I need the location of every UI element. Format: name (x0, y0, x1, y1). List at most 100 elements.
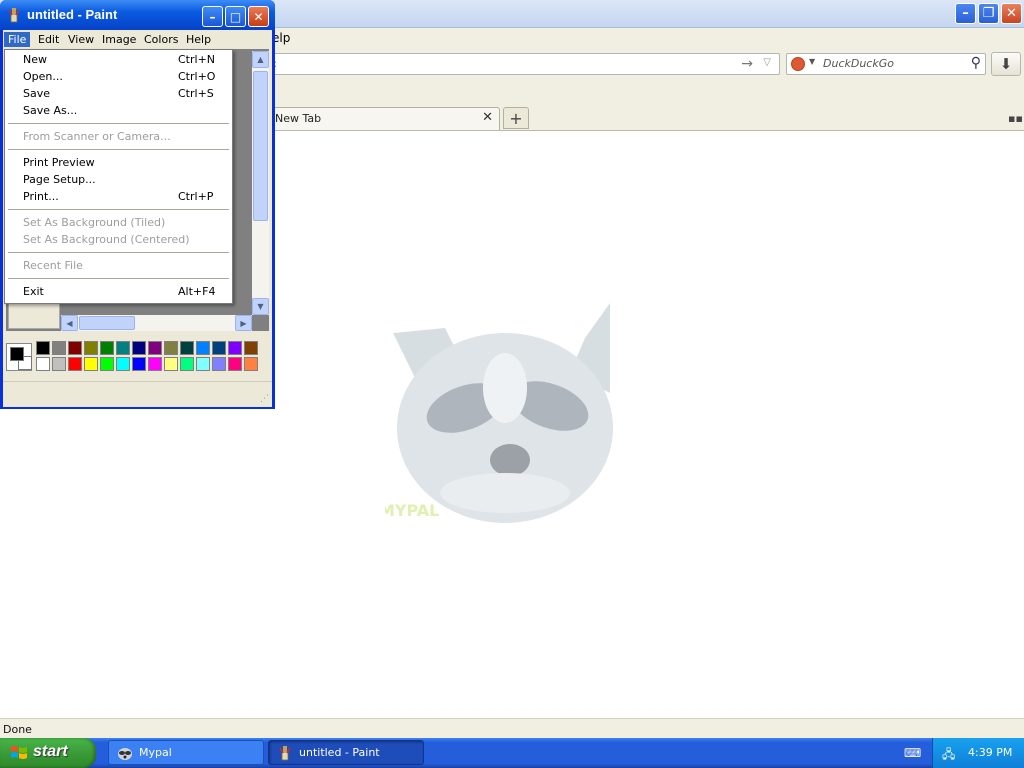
search-engine-dropdown-icon[interactable]: ▼ (809, 57, 815, 66)
tab-new-tab[interactable]: New Tab ✕ (266, 107, 500, 130)
paint-menu-colors[interactable]: Colors (140, 32, 182, 47)
palette-swatch[interactable] (244, 341, 258, 355)
menu-item-new[interactable]: New Ctrl+N (5, 52, 232, 69)
palette-swatch[interactable] (100, 341, 114, 355)
palette-swatch[interactable] (84, 357, 98, 371)
clock[interactable]: 4:39 PM (968, 746, 1012, 759)
menu-item-label: Print... (23, 190, 59, 203)
paint-maximize-button[interactable]: □ (225, 6, 246, 27)
scroll-down-button[interactable]: ▼ (252, 298, 269, 315)
tab-close-icon[interactable]: ✕ (482, 110, 493, 125)
palette-swatch[interactable] (52, 357, 66, 371)
palette-swatch[interactable] (228, 341, 242, 355)
scroll-up-button[interactable]: ▲ (252, 51, 269, 68)
menu-item-shortcut: Ctrl+N (178, 53, 216, 66)
menu-item-shortcut: Ctrl+P (178, 190, 214, 203)
paint-menu-edit[interactable]: Edit (34, 32, 63, 47)
paint-menu-image[interactable]: Image (98, 32, 140, 47)
go-arrow-icon[interactable]: → (741, 56, 753, 72)
palette-swatch[interactable] (100, 357, 114, 371)
vertical-scroll-thumb[interactable] (253, 71, 268, 221)
all-tabs-icon[interactable]: ▪▪ (1008, 112, 1023, 125)
menu-item-from-scanner: From Scanner or Camera... (5, 129, 232, 146)
palette-swatch[interactable] (116, 357, 130, 371)
paint-menu-help[interactable]: Help (182, 32, 215, 47)
keyboard-icon[interactable]: ⌨ (904, 746, 921, 760)
new-tab-button[interactable]: + (503, 107, 529, 129)
raccoon-icon (118, 748, 132, 760)
start-button[interactable]: start (0, 738, 96, 768)
palette-swatch[interactable] (164, 357, 178, 371)
browser-close-button[interactable]: ✕ (1001, 3, 1022, 24)
scroll-right-button[interactable]: ▶ (235, 315, 252, 331)
palette-swatch[interactable] (148, 357, 162, 371)
menu-item-save-as[interactable]: Save As... (5, 103, 232, 120)
palette-swatch[interactable] (244, 357, 258, 371)
paint-menu-view[interactable]: View (64, 32, 98, 47)
menu-item-print[interactable]: Print... Ctrl+P (5, 189, 232, 206)
palette-swatch[interactable] (164, 341, 178, 355)
search-icon[interactable]: ⚲ (971, 55, 981, 71)
palette-swatch[interactable] (196, 341, 210, 355)
palette-swatch[interactable] (196, 357, 210, 371)
menu-item-label: Print Preview (23, 156, 95, 169)
palette-swatch[interactable] (36, 357, 50, 371)
palette-swatch[interactable] (228, 357, 242, 371)
menu-item-open[interactable]: Open... Ctrl+O (5, 69, 232, 86)
download-button[interactable]: ⬇ (991, 52, 1021, 76)
resize-grip-icon[interactable]: ⋰ (260, 394, 269, 404)
taskbar-item-mypal[interactable]: Mypal (108, 740, 264, 765)
url-bar[interactable]: : → ▽ (262, 53, 780, 75)
palette-swatch[interactable] (68, 357, 82, 371)
paint-minimize-button[interactable]: – (202, 6, 223, 27)
palette-swatch[interactable] (68, 341, 82, 355)
browser-minimize-button[interactable]: – (955, 3, 976, 24)
palette-swatch[interactable] (116, 341, 130, 355)
palette-swatch[interactable] (148, 341, 162, 355)
search-placeholder[interactable]: DuckDuckGo (823, 57, 894, 70)
palette-swatch[interactable] (36, 341, 50, 355)
paint-app-icon (8, 8, 20, 23)
taskbar-item-label: Mypal (139, 746, 172, 759)
horizontal-scroll-thumb[interactable] (79, 316, 135, 330)
menu-item-page-setup[interactable]: Page Setup... (5, 172, 232, 189)
status-text: Done (3, 723, 32, 736)
menu-item-label: Save As... (23, 104, 78, 117)
menu-item-label: Save (23, 87, 51, 100)
taskbar-item-paint[interactable]: untitled - Paint (268, 740, 424, 765)
foreground-color-swatch[interactable] (10, 347, 24, 361)
browser-statusbar: Done (0, 718, 1024, 739)
network-icon[interactable]: 🖧 (942, 745, 955, 766)
duckduckgo-icon[interactable] (791, 57, 805, 71)
menu-separator (8, 278, 229, 279)
palette-swatch[interactable] (84, 341, 98, 355)
search-bar[interactable]: ▼ DuckDuckGo ⚲ (786, 53, 986, 75)
paint-menu-file[interactable]: File (4, 32, 31, 47)
menu-item-exit[interactable]: Exit Alt+F4 (5, 284, 232, 301)
menu-item-save[interactable]: Save Ctrl+S (5, 86, 232, 103)
windows-flag-icon (11, 746, 27, 759)
menu-item-shortcut: Alt+F4 (178, 285, 216, 298)
palette-swatch[interactable] (180, 341, 194, 355)
palette-swatch[interactable] (132, 341, 146, 355)
menu-item-label: Recent File (23, 259, 83, 272)
palette-swatch[interactable] (212, 357, 226, 371)
paint-app-icon (279, 746, 291, 761)
palette-swatch[interactable] (132, 357, 146, 371)
paint-titlebar[interactable]: untitled - Paint – □ ✕ (0, 0, 275, 30)
url-dropdown-icon[interactable]: ▽ (763, 57, 771, 68)
browser-restore-button[interactable]: ❐ (978, 3, 999, 24)
current-colors-box[interactable] (6, 343, 32, 371)
paint-statusbar: ⋰ (3, 381, 272, 407)
palette-swatch[interactable] (212, 341, 226, 355)
horizontal-scrollbar[interactable]: ◀ ▶ (61, 315, 252, 331)
system-tray: 🖧 4:39 PM (932, 738, 1024, 768)
menu-item-print-preview[interactable]: Print Preview (5, 155, 232, 172)
paint-close-button[interactable]: ✕ (248, 6, 269, 27)
palette-swatch[interactable] (52, 341, 66, 355)
vertical-scrollbar[interactable]: ▲ ▼ (252, 51, 269, 315)
palette-swatch[interactable] (180, 357, 194, 371)
start-label: start (33, 743, 68, 760)
menu-item-label: Set As Background (Centered) (23, 233, 190, 246)
scroll-left-button[interactable]: ◀ (61, 315, 78, 331)
